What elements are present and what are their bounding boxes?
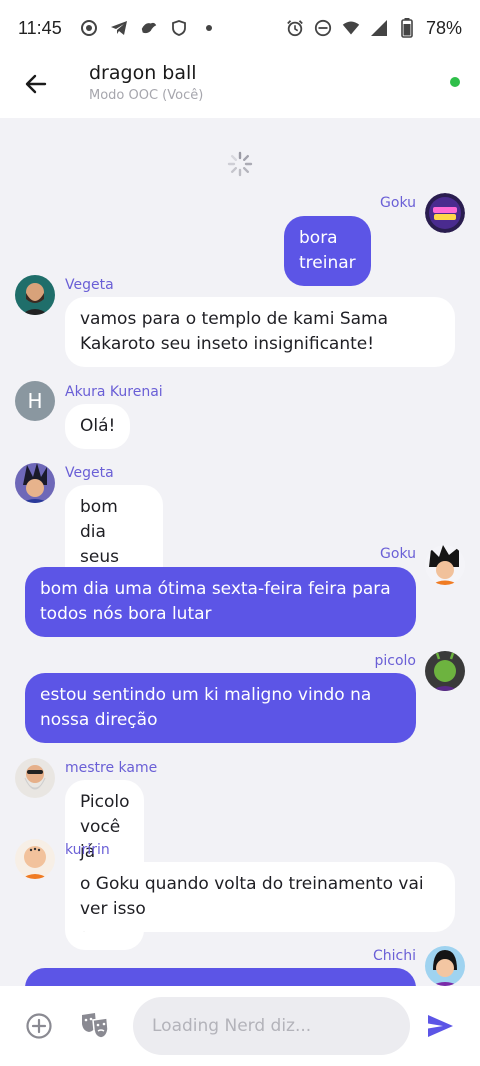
roleplay-mode-button[interactable]	[80, 1012, 110, 1040]
loading-nerd-avatar[interactable]	[425, 193, 465, 233]
message-bubble[interactable]: bora treinar	[284, 216, 371, 286]
chat-subtitle: Modo OOC (Você)	[89, 88, 204, 103]
send-icon	[428, 1015, 453, 1037]
chat-header: dragon ball Modo OOC (Você)	[0, 56, 480, 118]
message-composer	[0, 986, 480, 1066]
online-status-dot	[450, 77, 460, 87]
avatar-letter: H	[27, 389, 43, 413]
master-roshi-avatar[interactable]	[15, 758, 55, 798]
telegram-icon	[110, 19, 128, 37]
chichi-avatar[interactable]	[425, 946, 465, 986]
arrow-left-icon	[25, 74, 47, 94]
piccolo-avatar[interactable]	[425, 651, 465, 691]
message-bubble[interactable]: Olá!	[65, 404, 131, 449]
sender-name[interactable]: Vegeta	[65, 277, 114, 293]
send-button[interactable]	[425, 1011, 455, 1041]
message-bubble[interactable]	[25, 968, 416, 986]
loading-spinner-icon	[227, 151, 253, 177]
add-attachment-button[interactable]	[25, 1012, 53, 1040]
alarm-icon	[286, 19, 304, 37]
message-bubble[interactable]: bom dia uma ótima sexta-feira feira para…	[25, 567, 416, 637]
message-bubble[interactable]: vamos para o templo de kami Sama Kakarot…	[65, 297, 455, 367]
bearded-man-avatar[interactable]	[15, 275, 55, 315]
sender-name[interactable]: mestre kame	[65, 760, 157, 776]
status-right-icons: 78%	[286, 18, 462, 39]
settings-ring-icon	[80, 19, 98, 37]
letter-avatar[interactable]: H	[15, 381, 55, 421]
sender-name[interactable]: Akura Kurenai	[65, 384, 163, 400]
goku-avatar[interactable]	[425, 545, 465, 585]
back-button[interactable]	[20, 68, 52, 100]
krillin-avatar[interactable]	[15, 839, 55, 879]
chat-title[interactable]: dragon ball	[89, 62, 197, 84]
bird-app-icon	[140, 19, 158, 37]
message-input[interactable]	[133, 997, 410, 1055]
shield-icon	[170, 19, 188, 37]
battery-percent: 78%	[425, 17, 462, 38]
sender-name[interactable]: picolo	[330, 653, 417, 669]
theater-masks-icon	[82, 1013, 109, 1039]
do-not-disturb-icon	[314, 19, 332, 37]
status-time: 11:45	[18, 17, 62, 38]
status-bar: 11:45 78%	[0, 0, 480, 56]
signal-icon	[370, 19, 388, 37]
vegeta-avatar[interactable]	[15, 463, 55, 503]
sender-name[interactable]: kuririn	[65, 842, 110, 858]
message-bubble[interactable]: estou sentindo um ki maligno vindo na no…	[25, 673, 416, 743]
sender-name[interactable]: Chichi	[330, 948, 416, 964]
dot-icon	[200, 19, 218, 37]
status-left-icons	[80, 19, 218, 37]
battery-icon	[398, 18, 416, 38]
sender-name[interactable]: Vegeta	[65, 465, 114, 481]
message-list[interactable]: Goku bora treinar Vegeta vamos para o te…	[0, 118, 480, 986]
sender-name[interactable]: Goku	[330, 546, 416, 562]
sender-name[interactable]: Goku	[330, 195, 416, 211]
plus-circle-icon	[26, 1013, 52, 1039]
wifi-icon	[342, 19, 360, 37]
message-bubble[interactable]: o Goku quando volta do treinamento vai v…	[65, 862, 455, 932]
